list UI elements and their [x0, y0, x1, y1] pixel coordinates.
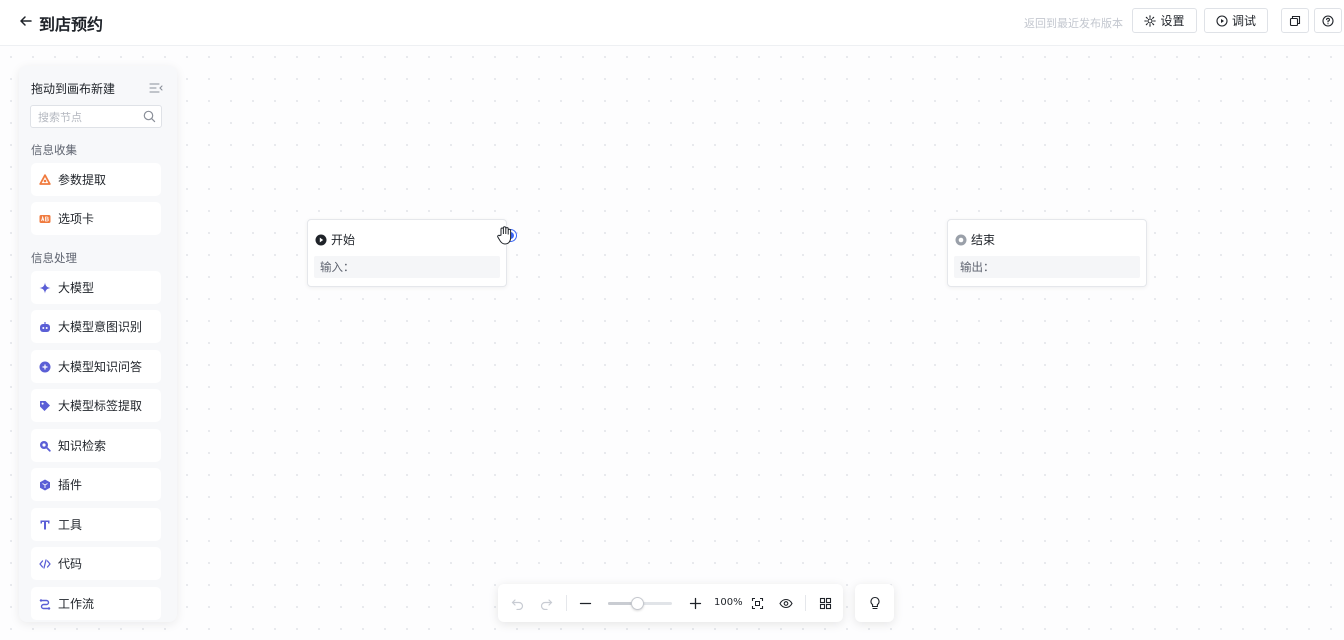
workflow-icon	[39, 598, 51, 610]
layout-button[interactable]	[817, 595, 833, 611]
copy-button[interactable]	[1281, 8, 1309, 33]
palette-item-label: 参数提取	[58, 173, 107, 187]
fit-view-icon	[751, 597, 763, 609]
palette-item-label: 代码	[58, 557, 83, 571]
section-info-collect: 信息收集	[31, 143, 77, 157]
settings-button[interactable]: 设置	[1132, 8, 1197, 33]
palette-item-workflow[interactable]: 工作流	[31, 587, 161, 620]
debug-label: 调试	[1231, 14, 1256, 28]
ab-card-icon	[39, 213, 51, 225]
zoom-out-button[interactable]	[577, 595, 593, 611]
collapse-sidebar-button[interactable]	[149, 80, 163, 94]
back-button[interactable]	[18, 12, 34, 30]
minus-icon	[579, 602, 591, 604]
section-info-process: 信息处理	[31, 251, 77, 265]
toolbar-divider	[805, 595, 806, 611]
palette-item-plugin[interactable]: 插件	[31, 468, 161, 501]
zoom-in-button[interactable]	[687, 595, 703, 611]
tips-button[interactable]	[855, 584, 894, 622]
start-node-input-field[interactable]: 输入：	[314, 256, 500, 278]
code-icon	[39, 558, 51, 570]
sidebar-title: 拖动到画布新建	[31, 82, 116, 96]
canvas-toolbar: 100%	[498, 584, 843, 622]
node-palette-sidebar: 拖动到画布新建 信息收集 参数提取 选项卡 信息处理 大模型 大模型意图识别 大…	[19, 66, 177, 622]
end-node-output-field[interactable]: 输出：	[954, 256, 1140, 278]
eye-icon	[779, 598, 793, 608]
arrow-left-icon	[20, 16, 32, 26]
palette-item-option-card[interactable]: 选项卡	[31, 202, 161, 235]
palette-item-label: 大模型意图识别	[58, 320, 143, 334]
page-title: 到店预约	[39, 15, 104, 34]
zoom-level-label: 100%	[714, 597, 743, 608]
lightbulb-icon	[869, 596, 880, 610]
start-node-header: 开始	[315, 231, 355, 248]
palette-item-tool[interactable]: 工具	[31, 508, 161, 541]
workflow-canvas[interactable]	[0, 46, 1344, 640]
palette-item-knowledge-search[interactable]: 知识检索	[31, 429, 161, 462]
palette-item-label: 选项卡	[58, 212, 95, 226]
tag-icon	[39, 400, 51, 412]
end-node[interactable]: 结束 输出：	[947, 219, 1147, 287]
search-icon[interactable]	[143, 110, 156, 123]
stop-circle-icon	[955, 234, 967, 245]
start-node-output-handle[interactable]	[505, 230, 516, 241]
plus-icon	[689, 597, 701, 609]
palette-item-llm[interactable]: 大模型	[31, 271, 161, 304]
palette-item-code[interactable]: 代码	[31, 547, 161, 580]
top-header: 到店预约 返回到最近发布版本 设置 调试	[0, 0, 1344, 46]
copy-icon	[1289, 15, 1301, 26]
palette-item-label: 知识检索	[58, 439, 107, 453]
play-circle-icon	[1216, 14, 1228, 27]
start-node[interactable]: 开始 输入：	[307, 219, 507, 287]
end-node-header: 结束	[955, 231, 995, 248]
preview-button[interactable]	[778, 595, 794, 611]
palette-item-label: 大模型	[58, 281, 95, 295]
palette-item-llm-qa[interactable]: 大模型知识问答	[31, 350, 161, 383]
undo-icon	[511, 598, 523, 610]
palette-item-label: 插件	[58, 478, 83, 492]
plus-circle-icon	[39, 361, 51, 373]
robot-icon	[39, 321, 51, 333]
debug-button[interactable]: 调试	[1204, 8, 1268, 33]
start-node-title: 开始	[331, 233, 356, 247]
node-search-input[interactable]	[31, 107, 139, 128]
palette-item-label: 大模型标签提取	[58, 399, 143, 413]
palette-item-llm-tag[interactable]: 大模型标签提取	[31, 389, 161, 422]
play-circle-icon	[315, 234, 327, 245]
cube-icon	[39, 479, 51, 491]
fit-view-button[interactable]	[749, 595, 765, 611]
question-circle-icon	[1322, 14, 1334, 27]
node-search-box	[30, 105, 162, 128]
help-button[interactable]	[1314, 8, 1342, 33]
palette-item-label: 工具	[58, 518, 83, 532]
zoom-slider[interactable]	[608, 597, 672, 610]
zoom-slider-thumb[interactable]	[630, 597, 644, 610]
collapse-icon	[149, 83, 163, 93]
palette-item-label: 工作流	[58, 597, 95, 611]
palette-item-param-extract[interactable]: 参数提取	[31, 163, 161, 196]
end-node-title: 结束	[971, 233, 996, 247]
redo-button[interactable]	[538, 595, 554, 611]
redo-icon	[540, 598, 552, 610]
settings-label: 设置	[1160, 14, 1185, 28]
tool-icon	[39, 519, 51, 531]
grid-layout-icon	[819, 597, 831, 609]
gear-icon	[1144, 14, 1157, 27]
sparkle-icon	[39, 282, 51, 294]
back-to-published-version-link[interactable]: 返回到最近发布版本	[1024, 15, 1123, 31]
palette-item-label: 大模型知识问答	[58, 360, 143, 374]
toolbar-divider	[566, 595, 567, 611]
palette-item-llm-intent[interactable]: 大模型意图识别	[31, 310, 161, 343]
undo-button[interactable]	[509, 595, 525, 611]
search-knowledge-icon	[39, 440, 51, 452]
recycle-triangle-icon	[39, 173, 51, 186]
